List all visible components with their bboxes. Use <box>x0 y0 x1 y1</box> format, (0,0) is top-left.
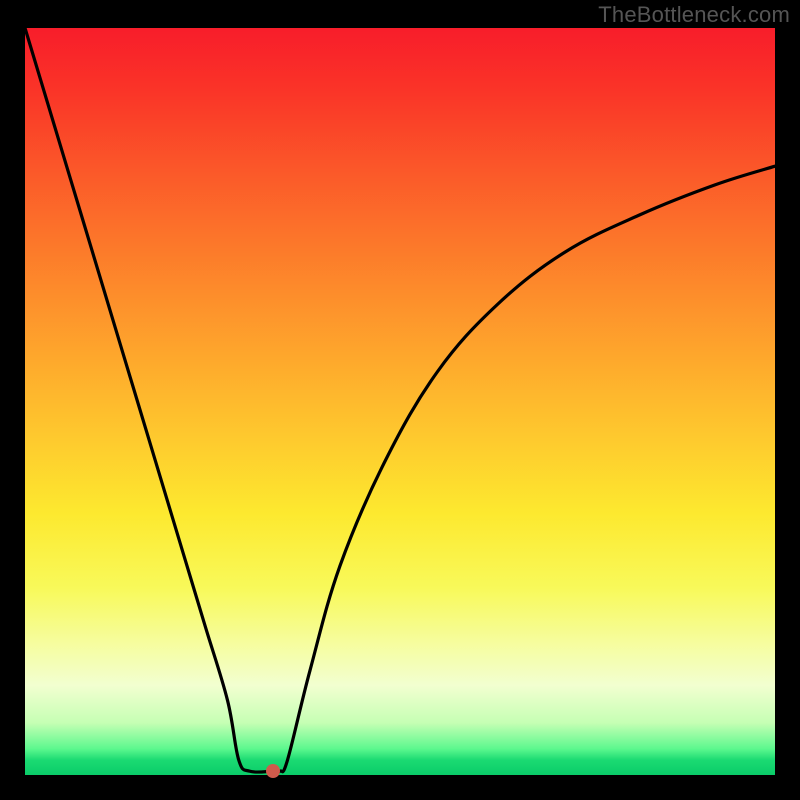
watermark-label: TheBottleneck.com <box>598 2 790 28</box>
bottleneck-curve <box>25 28 775 772</box>
chart-stage: TheBottleneck.com <box>0 0 800 800</box>
plot-area <box>25 28 775 775</box>
curve-svg <box>25 28 775 775</box>
optimum-marker <box>266 764 280 778</box>
